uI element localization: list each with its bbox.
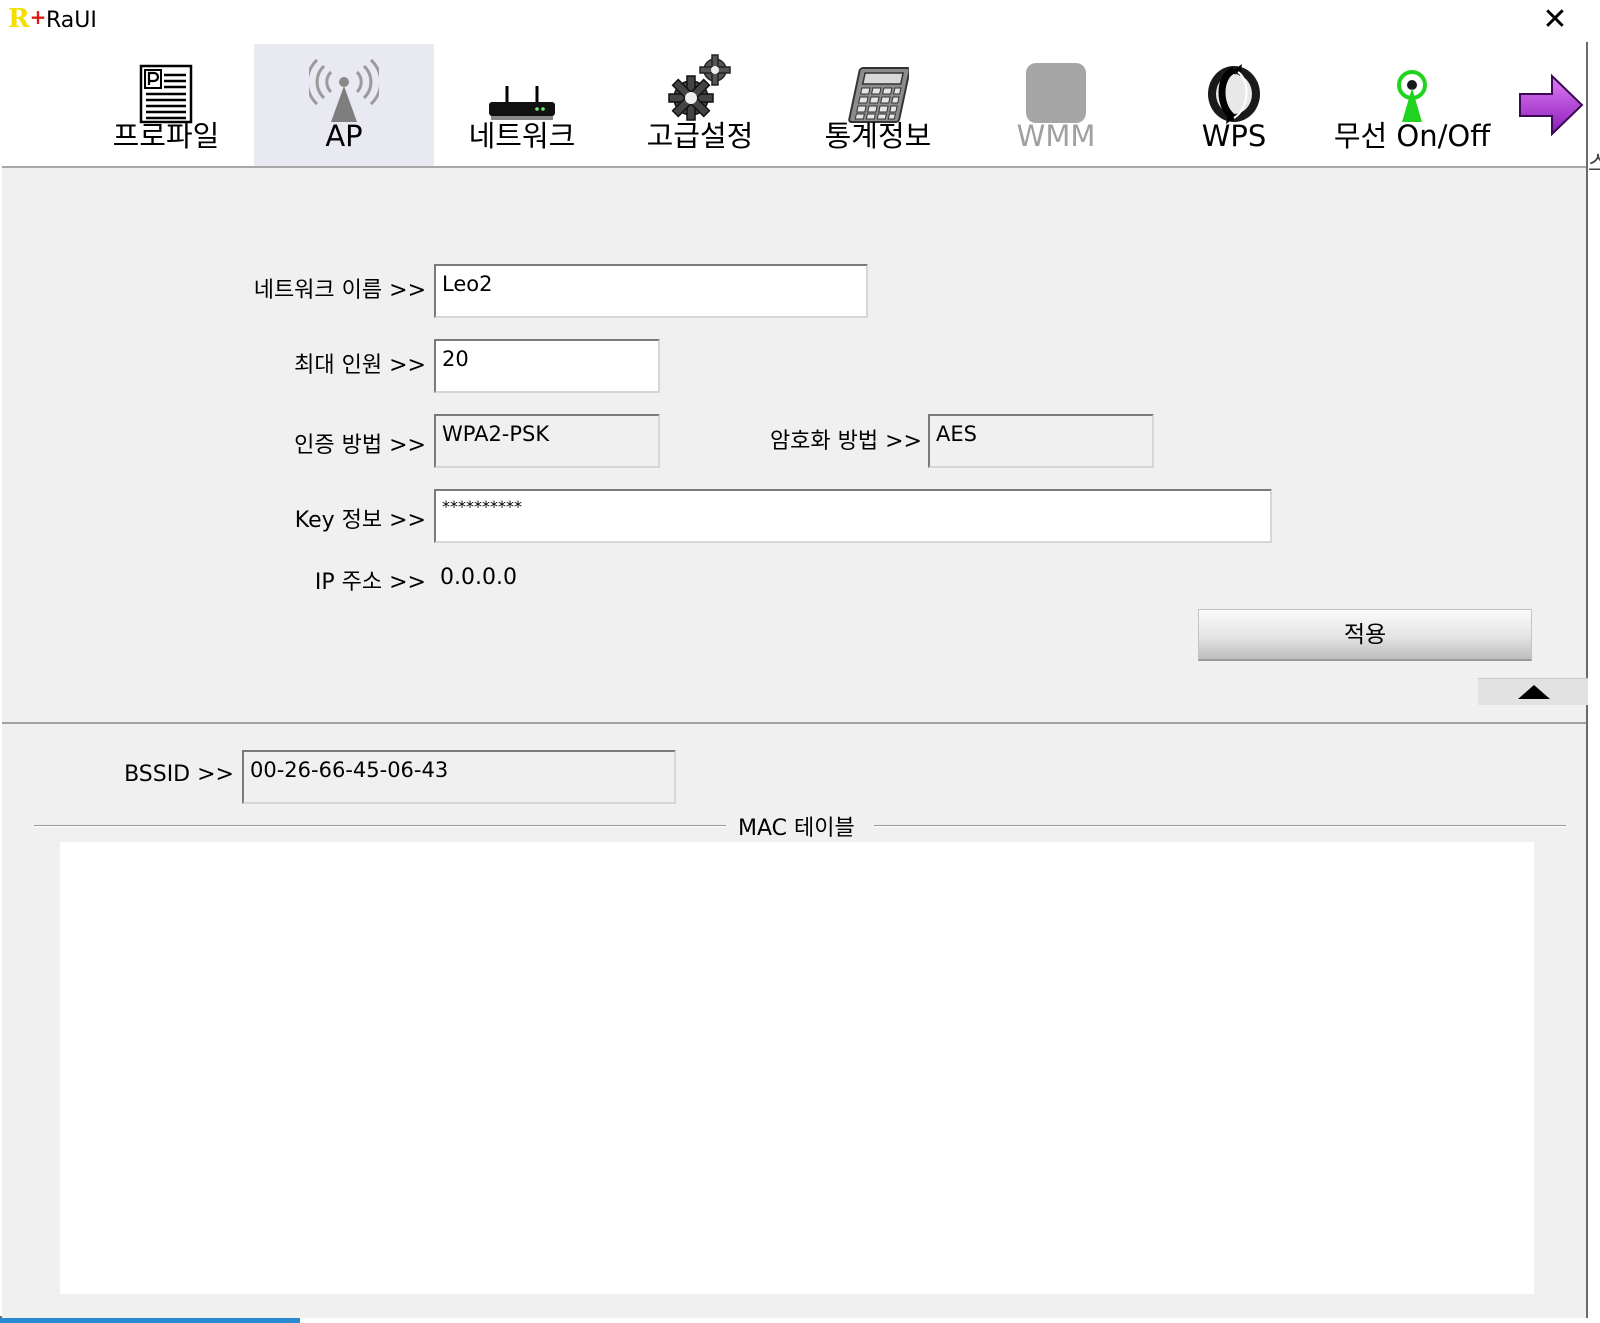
max-clients-label: 최대 인원 >> bbox=[294, 353, 426, 378]
chevron-up-icon bbox=[1518, 685, 1550, 699]
toolbar-network-label: 네트워크 bbox=[468, 119, 576, 153]
gears-icon bbox=[610, 54, 790, 124]
wps-icon bbox=[1144, 54, 1324, 124]
auth-method-field: WPA2-PSK bbox=[434, 414, 660, 468]
bssid-field: 00-26-66-45-06-43 bbox=[242, 750, 676, 804]
profile-document-icon bbox=[76, 54, 256, 124]
mac-group-divider-left bbox=[34, 825, 726, 827]
mac-group-divider-right bbox=[874, 825, 1566, 827]
clipped-edge-glyph: 스 bbox=[1588, 152, 1600, 177]
app-logo-icon: R+ bbox=[8, 4, 47, 34]
window-title: RaUI bbox=[46, 8, 97, 33]
ap-antenna-icon bbox=[254, 54, 434, 124]
ap-settings-panel: 네트워크 이름 >> Leo2 최대 인원 >> 20 인증 방법 >> WPA… bbox=[2, 168, 1588, 724]
arrow-right-icon[interactable] bbox=[1518, 72, 1584, 138]
toolbar-network[interactable]: 네트워크 bbox=[432, 44, 612, 166]
router-icon bbox=[432, 54, 612, 124]
toolbar-radio-toggle[interactable]: 무선 On/Off bbox=[1322, 44, 1502, 166]
calculator-icon bbox=[788, 54, 968, 124]
main-toolbar: 프로파일 AP 네트워크 고급설정 통계정보 WMM WPS 무선 On/Off bbox=[2, 44, 1586, 168]
collapse-button[interactable] bbox=[1478, 678, 1588, 705]
toolbar-wmm-label: WMM bbox=[1016, 119, 1096, 153]
mac-table[interactable] bbox=[60, 842, 1534, 1294]
max-clients-input[interactable]: 20 bbox=[434, 339, 660, 393]
title-bar: R+ RaUI ✕ bbox=[0, 0, 1588, 42]
close-button[interactable]: ✕ bbox=[1528, 2, 1582, 40]
encryption-field: AES bbox=[928, 414, 1154, 468]
toolbar-radio-toggle-label: 무선 On/Off bbox=[1333, 119, 1491, 153]
radio-toggle-icon bbox=[1322, 54, 1502, 124]
key-info-password-input[interactable]: ********** bbox=[434, 489, 1272, 543]
toolbar-wmm[interactable]: WMM bbox=[966, 44, 1146, 166]
toolbar-profile-label: 프로파일 bbox=[112, 119, 220, 153]
toolbar-statistics[interactable]: 통계정보 bbox=[788, 44, 968, 166]
toolbar-wps[interactable]: WPS bbox=[1144, 44, 1324, 166]
taskbar-accent-strip bbox=[0, 1318, 300, 1323]
network-name-label: 네트워크 이름 >> bbox=[253, 278, 426, 303]
toolbar-wps-label: WPS bbox=[1201, 119, 1267, 153]
key-info-label: Key 정보 >> bbox=[294, 508, 426, 533]
toolbar-advanced[interactable]: 고급설정 bbox=[610, 44, 790, 166]
auth-method-label: 인증 방법 >> bbox=[294, 433, 426, 458]
toolbar-advanced-label: 고급설정 bbox=[646, 119, 754, 153]
raui-window: R+ RaUI ✕ 프로파일 AP 네트워크 고급설정 통계정보 WMM WPS… bbox=[0, 0, 1600, 1318]
network-name-input[interactable]: Leo2 bbox=[434, 264, 868, 318]
wmm-icon bbox=[966, 54, 1146, 124]
bssid-label: BSSID >> bbox=[124, 762, 234, 787]
toolbar-ap-label: AP bbox=[325, 119, 363, 153]
toolbar-ap[interactable]: AP bbox=[254, 44, 434, 166]
mac-panel: BSSID >> 00-26-66-45-06-43 MAC 테이블 bbox=[2, 724, 1586, 1318]
apply-button[interactable]: 적용 bbox=[1198, 609, 1532, 661]
mac-table-title: MAC 테이블 bbox=[738, 816, 855, 841]
toolbar-statistics-label: 통계정보 bbox=[824, 119, 932, 153]
ip-address-value: 0.0.0.0 bbox=[440, 565, 517, 590]
toolbar-profile[interactable]: 프로파일 bbox=[76, 44, 256, 166]
encryption-label: 암호화 방법 >> bbox=[769, 429, 922, 454]
ip-address-label: IP 주소 >> bbox=[314, 570, 426, 595]
